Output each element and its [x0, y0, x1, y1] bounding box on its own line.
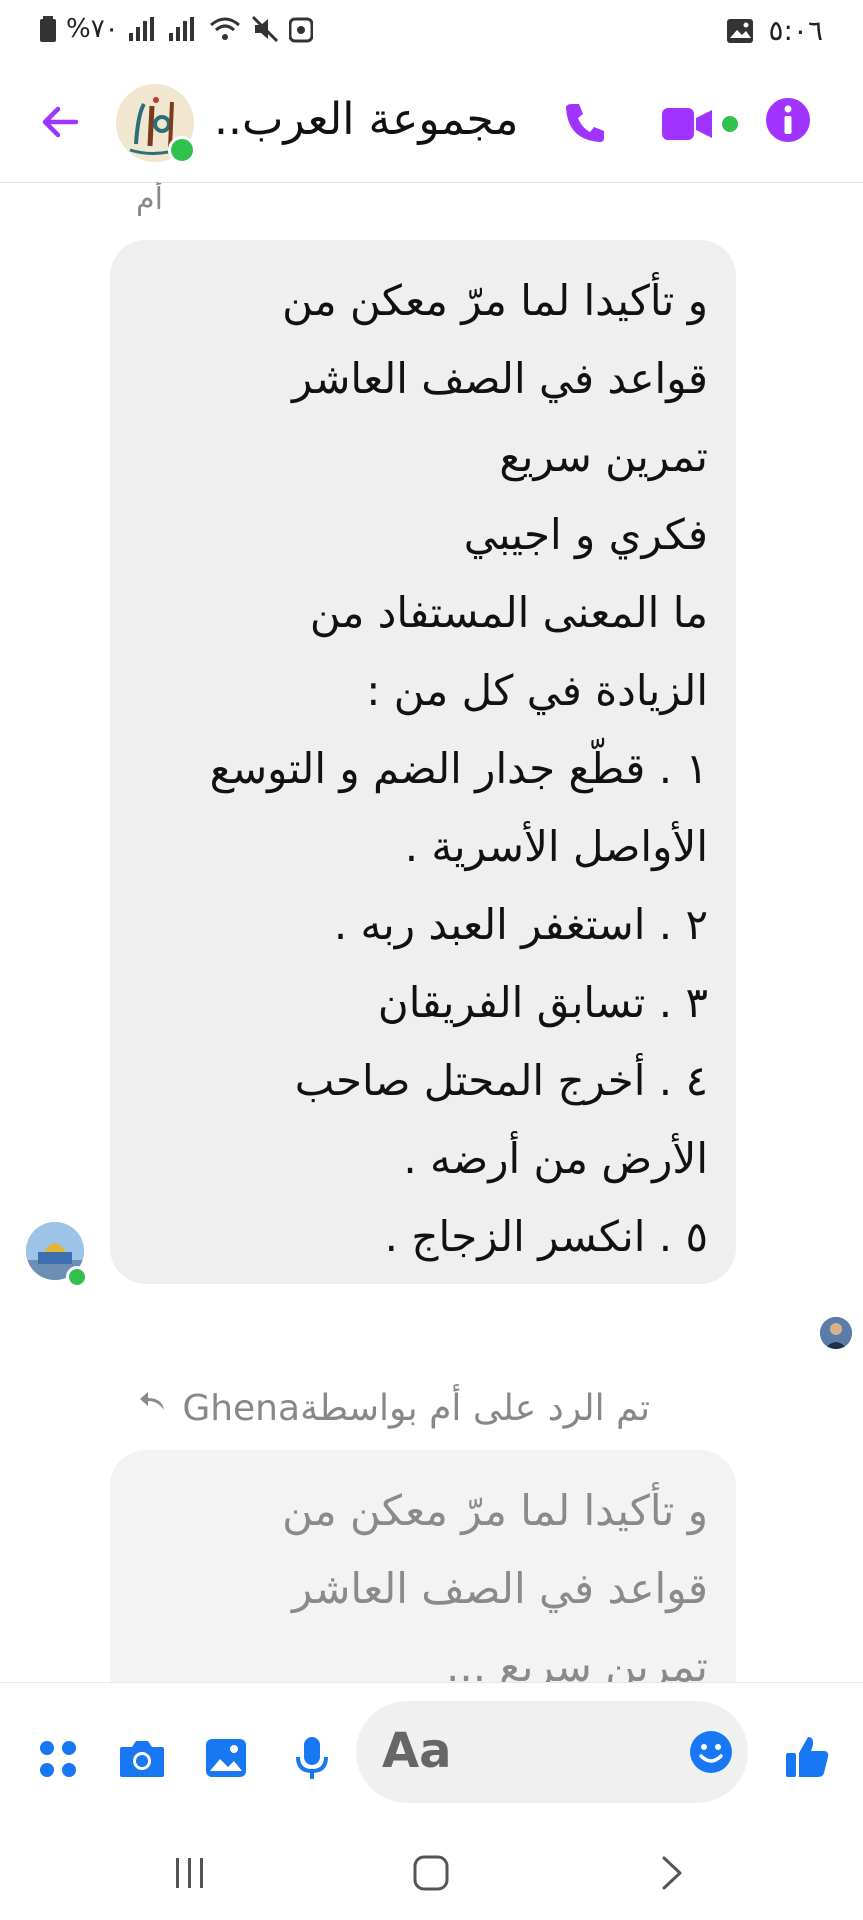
chat-title[interactable]: مجموعة العرب..	[214, 94, 544, 145]
composer-bar: Aa	[0, 1682, 863, 1833]
message-line: فكري و اجيبي	[463, 510, 708, 559]
message-list[interactable]: أم و تأكيدا لما مرّ معكن من قواعد في الص…	[0, 182, 863, 1682]
back-nav-icon[interactable]	[658, 1854, 686, 1892]
reply-quote-bubble[interactable]: و تأكيدا لما مرّ معكن من قواعد في الصف ا…	[110, 1450, 736, 1682]
message-line: و تأكيدا لما مرّ معكن من	[282, 276, 708, 325]
battery-icon	[40, 16, 56, 42]
message-line: ٢ . استغفر العبد ربه .	[333, 900, 708, 949]
message-line: ٥ . انكسر الزجاج .	[384, 1212, 708, 1261]
phone-icon[interactable]	[562, 100, 608, 146]
online-indicator	[168, 136, 196, 164]
quote-line: و تأكيدا لما مرّ معكن من	[282, 1486, 708, 1535]
info-icon[interactable]	[764, 96, 812, 144]
message-line: قواعد في الصف العاشر	[292, 354, 708, 403]
seen-by-avatar	[820, 1317, 852, 1349]
clock: ٥:٠٦	[768, 14, 823, 47]
reply-note-text: تم الرد على أم بواسطة	[300, 1388, 650, 1429]
system-nav-bar	[0, 1832, 863, 1920]
person-photo-icon	[820, 1317, 852, 1349]
message-line: تمرين سريع	[499, 432, 708, 481]
reply-note: تم الرد على أم بواسطةGhena	[140, 1388, 650, 1429]
chat-header: مجموعة العرب..	[0, 64, 863, 183]
message-input[interactable]: Aa	[356, 1701, 748, 1803]
sender-name: أم	[136, 182, 163, 217]
message-line: ١ . قطّع جدار الضم و التوسع	[209, 744, 708, 793]
message-bubble[interactable]: و تأكيدا لما مرّ معكن من قواعد في الصف ا…	[110, 240, 736, 1284]
apps-grid-icon[interactable]	[38, 1739, 78, 1779]
recent-apps-icon[interactable]	[172, 1856, 208, 1890]
status-left: %٧٠	[40, 14, 313, 44]
wifi-icon	[209, 17, 240, 40]
gallery-icon[interactable]	[204, 1737, 248, 1779]
message-line: ما المعنى المستفاد من	[309, 588, 708, 637]
mute-icon	[251, 15, 278, 43]
message-line: الزيادة في كل من :	[366, 666, 708, 715]
quote-line: قواعد في الصف العاشر	[292, 1564, 708, 1613]
app-notification-icon	[288, 17, 313, 43]
status-right: ٥:٠٦	[726, 14, 823, 47]
camera-icon[interactable]	[118, 1737, 166, 1779]
quote-line: تمرين سريع ...	[446, 1642, 708, 1682]
group-avatar[interactable]	[116, 84, 196, 164]
message-line: ٤ . أخرج المحتل صاحب	[294, 1056, 708, 1105]
reply-author: Ghena	[182, 1388, 301, 1429]
message-input-placeholder: Aa	[382, 1723, 452, 1779]
like-thumbs-up-icon[interactable]	[784, 1733, 830, 1779]
signal-icon-2	[168, 17, 194, 41]
battery-percent: %٧٠	[66, 14, 119, 44]
home-icon[interactable]	[412, 1854, 450, 1892]
signal-icon	[128, 17, 154, 41]
message-line: الأواصل الأسرية .	[404, 822, 708, 871]
microphone-icon[interactable]	[294, 1735, 330, 1781]
message-line: الأرض من أرضه .	[403, 1134, 708, 1183]
gallery-notification-icon	[727, 18, 754, 43]
message-line: ٣ . تسابق الفريقان	[377, 978, 708, 1027]
emoji-icon[interactable]	[688, 1729, 734, 1775]
back-arrow-icon[interactable]	[36, 98, 84, 146]
video-call-icon[interactable]	[660, 104, 740, 144]
status-bar: %٧٠ ٥:٠٦	[0, 0, 863, 64]
sender-online-indicator	[66, 1266, 88, 1288]
